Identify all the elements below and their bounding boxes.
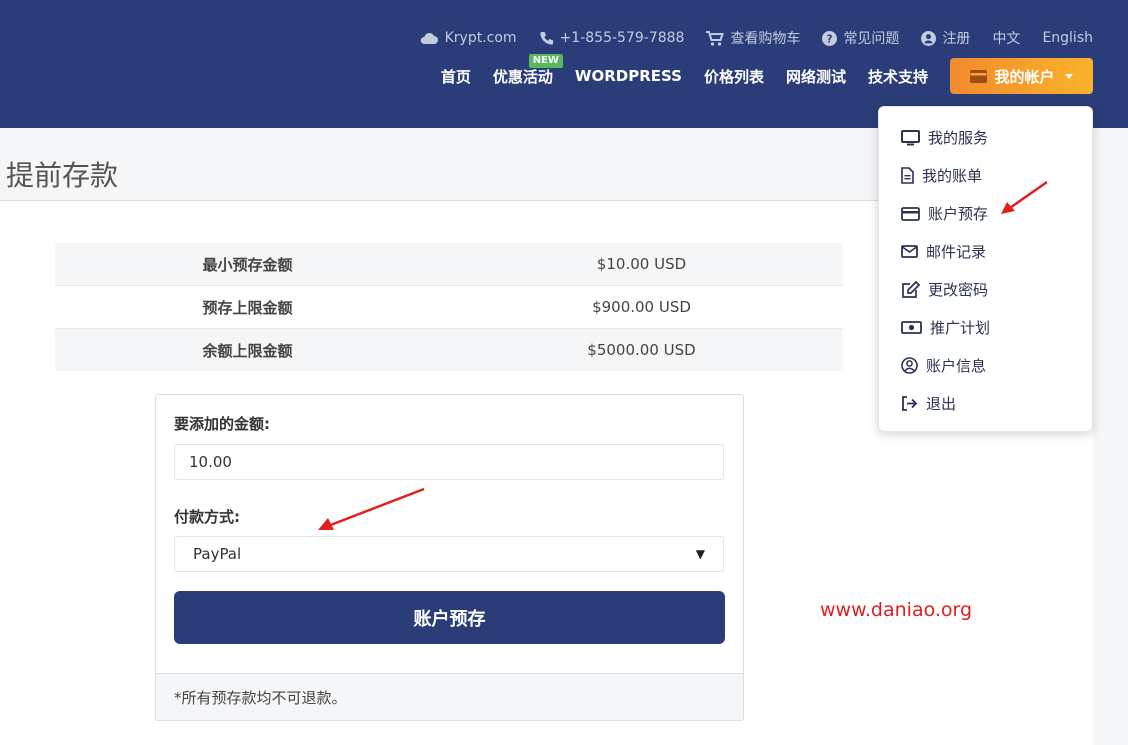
- add-funds-button[interactable]: 账户预存: [174, 591, 725, 644]
- edit-icon: [902, 281, 920, 298]
- limit-label: 预存上限金额: [55, 285, 440, 329]
- user-circle-icon: [901, 357, 918, 374]
- nav-support[interactable]: 技术支持: [868, 66, 928, 87]
- deposit-form-card: 要添加的金额: 付款方式: PayPal ▼ 账户预存 *所有预存款均不可退款。: [155, 394, 744, 721]
- my-account-label: 我的帐户: [994, 67, 1055, 86]
- top-link-label: +1-855-579-7888: [559, 30, 685, 46]
- top-link-faq[interactable]: ? 常见问题: [822, 28, 899, 48]
- my-account-button[interactable]: 我的帐户: [950, 58, 1093, 94]
- nav-network-test[interactable]: 网络测试: [786, 66, 846, 87]
- top-link-register[interactable]: 注册: [921, 28, 970, 48]
- credit-card-icon: [901, 206, 920, 221]
- menu-item-services[interactable]: 我的服务: [901, 127, 988, 148]
- menu-item-logout[interactable]: 退出: [901, 393, 956, 414]
- language-english-link[interactable]: English: [1042, 30, 1093, 46]
- menu-item-add-funds[interactable]: 账户预存: [901, 203, 988, 224]
- nav-promotions[interactable]: 优惠活动 NEW: [492, 53, 563, 87]
- limit-value: $900.00 USD: [440, 285, 843, 329]
- cloud-icon: [420, 32, 438, 44]
- phone-icon: [539, 31, 553, 45]
- payment-method-label: 付款方式:: [174, 508, 240, 526]
- payment-method-select[interactable]: PayPal ▼: [174, 536, 724, 572]
- nav-label: 优惠活动: [492, 67, 553, 86]
- file-invoice-icon: [901, 167, 914, 184]
- top-link-phone[interactable]: +1-855-579-7888: [539, 30, 685, 46]
- limit-value: $5000.00 USD: [440, 328, 843, 371]
- menu-item-account-details[interactable]: 账户信息: [901, 355, 986, 376]
- amount-input[interactable]: [174, 444, 724, 480]
- menu-item-label: 我的服务: [928, 129, 989, 147]
- card-footer: *所有预存款均不可退款。: [156, 673, 743, 720]
- annotation-arrow-menu: [1001, 180, 1048, 214]
- menu-item-label: 推广计划: [930, 319, 991, 337]
- nav-wordpress[interactable]: WORDPRESS: [575, 67, 682, 85]
- svg-text:?: ?: [827, 33, 833, 45]
- menu-item-affiliates[interactable]: 推广计划: [901, 317, 990, 338]
- top-link-label: Krypt.com: [444, 30, 517, 46]
- annotation-arrow-payment: [318, 487, 425, 530]
- top-links-bar: Krypt.com +1-855-579-7888 查看购物车 ? 常见问题 注…: [397, 27, 1093, 49]
- watermark-text: www.daniao.org: [820, 599, 973, 621]
- monitor-icon: [901, 129, 920, 145]
- caret-down-icon: [1064, 73, 1073, 79]
- credit-card-icon: [970, 69, 988, 83]
- top-link-label: 注册: [942, 31, 971, 47]
- nav-pricing[interactable]: 价格列表: [704, 66, 764, 87]
- main-nav: 首页 优惠活动 NEW WORDPRESS 价格列表 网络测试 技术支持 我的帐…: [419, 53, 1093, 94]
- table-row: 预存上限金额 $900.00 USD: [55, 285, 843, 329]
- menu-item-label: 更改密码: [928, 281, 989, 299]
- table-row: 最小预存金额 $10.00 USD: [55, 243, 843, 286]
- menu-item-label: 账户信息: [926, 357, 987, 375]
- top-link-label: 查看购物车: [730, 31, 801, 47]
- limit-label: 余额上限金额: [55, 328, 440, 371]
- top-link-cart[interactable]: 查看购物车: [706, 28, 800, 48]
- menu-item-label: 账户预存: [928, 205, 989, 223]
- top-link-label: 常见问题: [843, 31, 900, 47]
- page-title: 提前存款: [6, 159, 119, 192]
- cart-icon: [706, 30, 725, 46]
- nav-home[interactable]: 首页: [441, 66, 471, 87]
- menu-item-label: 我的账单: [922, 167, 983, 185]
- sign-out-icon: [902, 396, 918, 411]
- question-circle-icon: ?: [822, 30, 838, 46]
- select-arrow-icon: ▼: [695, 547, 705, 561]
- envelope-icon: [901, 245, 918, 258]
- top-link-label: English: [1042, 30, 1093, 46]
- language-chinese-link[interactable]: 中文: [992, 28, 1020, 48]
- refund-note: *所有预存款均不可退款。: [174, 689, 347, 707]
- user-circle-icon: [921, 30, 937, 46]
- top-link-krypt[interactable]: Krypt.com: [419, 30, 517, 46]
- menu-item-emails[interactable]: 邮件记录: [901, 241, 986, 262]
- deposit-limits-table: 最小预存金额 $10.00 USD 预存上限金额 $900.00 USD 余额上…: [55, 243, 843, 371]
- new-badge: NEW: [528, 53, 563, 68]
- amount-label: 要添加的金额:: [174, 415, 270, 433]
- limit-label: 最小预存金额: [55, 243, 440, 286]
- menu-item-change-password[interactable]: 更改密码: [901, 279, 988, 300]
- menu-item-invoices[interactable]: 我的账单: [901, 165, 982, 186]
- menu-item-label: 邮件记录: [926, 243, 987, 261]
- limit-value: $10.00 USD: [440, 243, 843, 286]
- table-row: 余额上限金额 $5000.00 USD: [55, 328, 843, 371]
- payment-method-value: PayPal: [193, 545, 242, 563]
- menu-item-label: 退出: [926, 395, 957, 413]
- page-gutter: [1093, 128, 1128, 745]
- account-dropdown-menu: 我的服务 我的账单 账户预存 邮件记录 更改密码 推广计划 账户信息 退出: [878, 106, 1093, 432]
- money-bill-icon: [901, 321, 922, 334]
- top-link-label: 中文: [992, 31, 1021, 47]
